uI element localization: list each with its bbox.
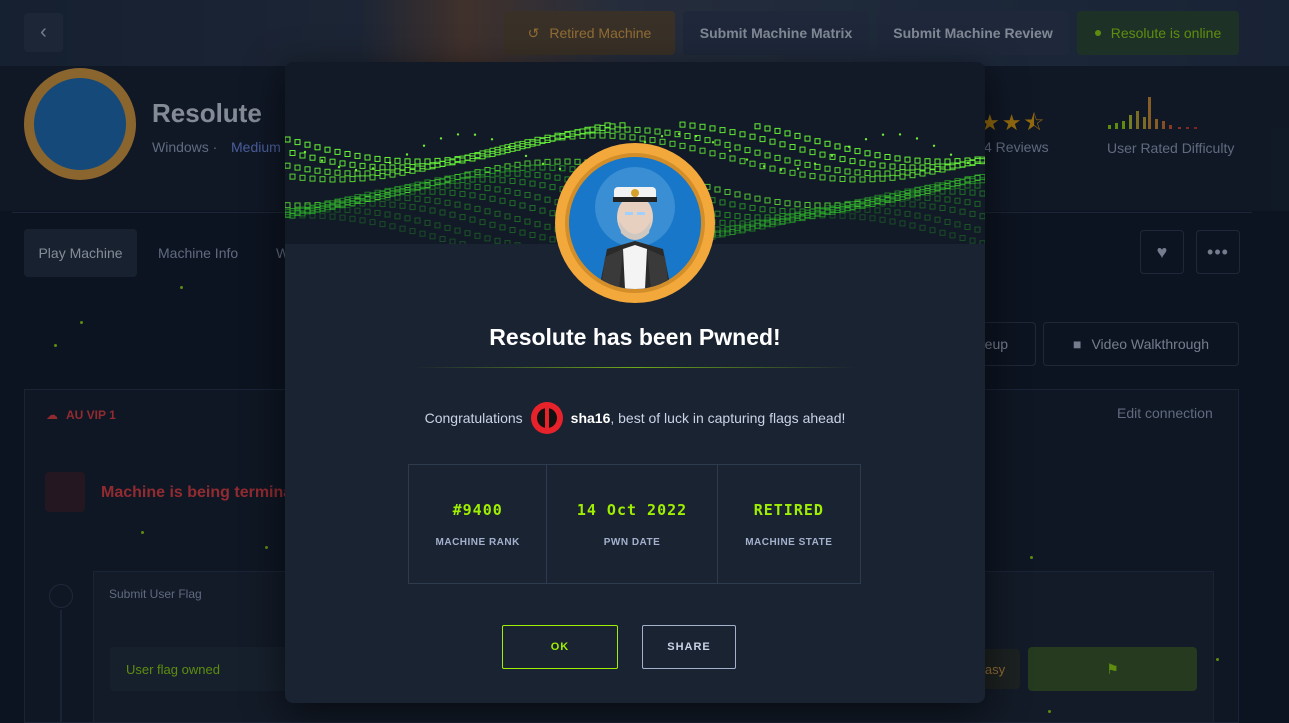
vpn-server-label: ☁ AU VIP 1 (46, 408, 116, 422)
share-button-label: SHARE (667, 641, 711, 653)
favorite-button[interactable]: ♥ (1140, 230, 1184, 274)
stat-value: #9400 (452, 500, 503, 519)
tab-machine-info[interactable]: Machine Info (158, 229, 238, 277)
stat-label: MACHINE RANK (435, 536, 520, 548)
flag-timeline-icon (49, 584, 73, 608)
ok-button-label: OK (550, 641, 570, 653)
sparkle-dot (1030, 556, 1033, 559)
heart-icon: ♥ (1156, 241, 1168, 262)
congrats-prefix: Congratulations (424, 410, 523, 426)
submit-matrix-button[interactable]: Submit Machine Matrix (683, 11, 869, 55)
vpn-server-name: AU VIP 1 (66, 408, 116, 422)
tab-machine-info-label: Machine Info (158, 245, 239, 261)
terminating-status: Machine is being termina (101, 484, 293, 501)
sparkle-dot (1048, 710, 1051, 713)
more-options-button[interactable]: ••• (1196, 230, 1240, 274)
congratulations-line: Congratulations sha16, best of luck in c… (285, 402, 985, 434)
online-status-label: Resolute is online (1110, 25, 1222, 41)
submit-review-label: Submit Machine Review (893, 25, 1053, 41)
more-icon: ••• (1207, 241, 1229, 262)
video-camera-icon: ■ (1073, 336, 1082, 352)
sparkle-dot (180, 286, 183, 289)
stat-pwn-date: 14 Oct 2022 PWN DATE (547, 465, 718, 583)
machine-name: Resolute (152, 98, 262, 128)
title-divider (415, 367, 855, 368)
ok-button[interactable]: OK (502, 625, 618, 669)
submit-flag-button[interactable]: ⚑ (1028, 647, 1197, 691)
machine-os: Windows · (152, 139, 218, 155)
tab-play-machine[interactable]: Play Machine (24, 229, 137, 277)
machine-online-status[interactable]: Resolute is online (1077, 11, 1239, 55)
submit-matrix-label: Submit Machine Matrix (699, 25, 853, 41)
user-flag-owned-label: User flag owned (126, 661, 220, 677)
tab-play-machine-label: Play Machine (38, 245, 123, 261)
timeline-line (60, 610, 62, 723)
stat-value: RETIRED (753, 500, 824, 519)
pwned-title: Resolute has been Pwned! (489, 324, 781, 350)
retired-machine-label: Retired Machine (549, 25, 652, 41)
submit-review-button[interactable]: Submit Machine Review (877, 11, 1069, 55)
video-walkthrough-button[interactable]: ■ Video Walkthrough (1043, 322, 1239, 366)
reviews-count[interactable]: 4 Reviews (984, 139, 1049, 155)
machine-avatar (24, 68, 136, 180)
difficulty-chip-label: asy (984, 661, 1006, 677)
pwn-stats: #9400 MACHINE RANK 14 Oct 2022 PWN DATE … (408, 464, 861, 584)
sparkle-dot (1216, 658, 1219, 661)
machine-difficulty: Medium (231, 139, 281, 155)
modal-machine-avatar (555, 143, 715, 303)
sparkle-dot (265, 546, 268, 549)
stat-label: PWN DATE (603, 536, 661, 548)
cloud-off-icon: ☁ (46, 408, 58, 422)
online-dot-icon (1094, 30, 1101, 36)
user-rated-difficulty-label: User Rated Difficulty (1107, 140, 1235, 156)
user-flag-owned-field: User flag owned (110, 647, 300, 691)
video-walkthrough-label: Video Walkthrough (1091, 336, 1209, 352)
share-button[interactable]: SHARE (642, 625, 736, 669)
stat-label: MACHINE STATE (745, 536, 833, 548)
sparkle-dot (80, 321, 83, 324)
submit-user-flag-title: Submit User Flag (109, 587, 202, 601)
stat-machine-state: RETIRED MACHINE STATE (718, 465, 860, 583)
captain-portrait-icon (565, 153, 705, 293)
stat-value: 14 Oct 2022 (576, 500, 688, 519)
back-button[interactable]: ‹ (24, 13, 63, 52)
edit-connection-link[interactable]: Edit connection (1117, 405, 1213, 421)
difficulty-chart-icon (1108, 97, 1197, 129)
user-avatar-icon (530, 402, 563, 434)
chevron-left-icon: ‹ (40, 21, 47, 43)
stat-machine-rank: #9400 MACHINE RANK (409, 465, 548, 583)
sparkle-dot (54, 344, 57, 347)
history-icon: ↺ (527, 24, 540, 41)
retired-machine-button[interactable]: ↺ Retired Machine (504, 11, 675, 55)
congrats-suffix: , best of luck in capturing flags ahead! (610, 410, 846, 426)
username[interactable]: sha16 (571, 410, 611, 426)
pwned-modal: Resolute has been Pwned! Congratulations… (285, 62, 985, 703)
sparkle-dot (141, 531, 144, 534)
terminate-icon (45, 472, 85, 512)
flag-icon: ⚑ (1106, 660, 1119, 677)
captain-portrait-icon (34, 78, 126, 170)
